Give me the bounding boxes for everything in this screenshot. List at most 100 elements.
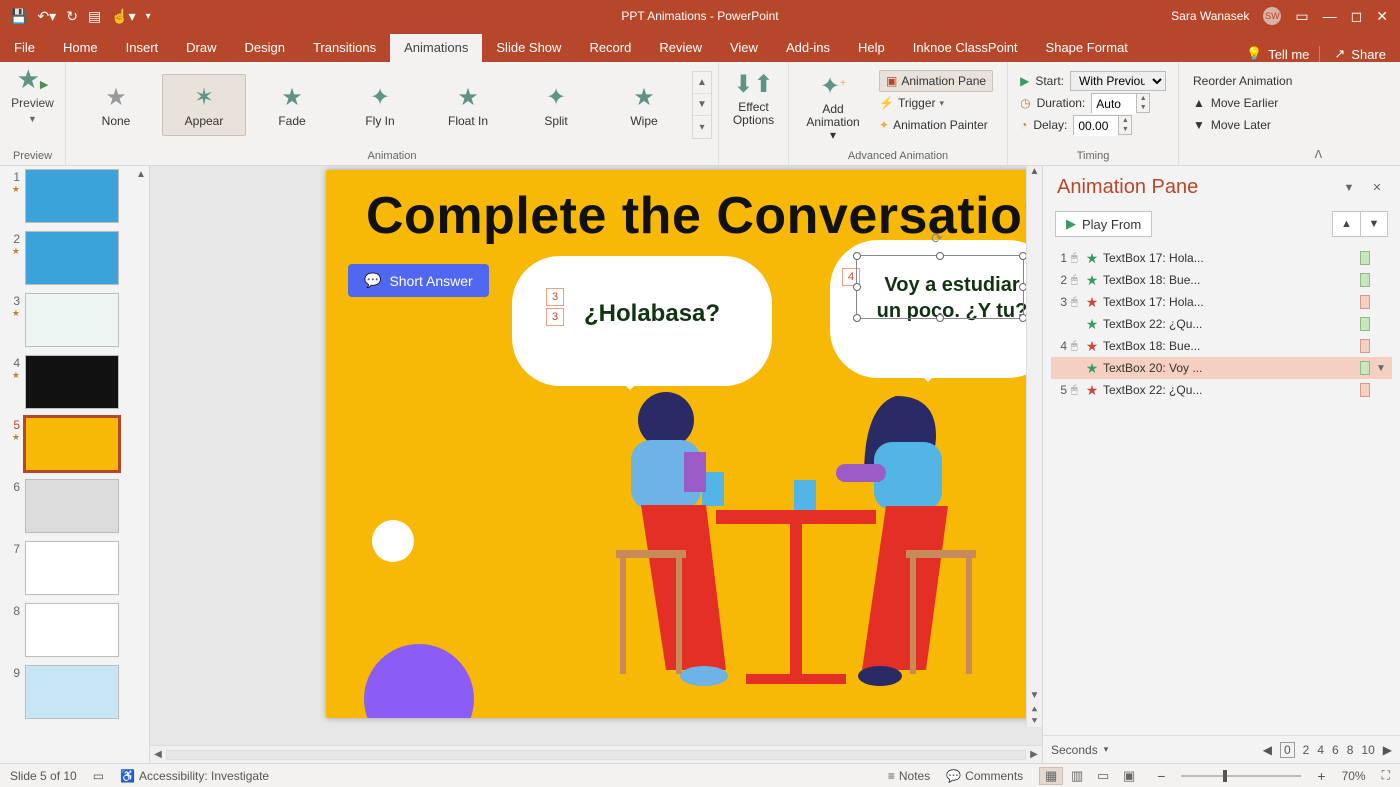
tab-animations[interactable]: Animations [390,34,482,62]
duration-field[interactable]: ▲▼ [1091,93,1150,113]
tell-me-search[interactable]: 💡 Tell me [1246,46,1319,62]
seconds-label[interactable]: Seconds [1051,743,1098,757]
prev-slide-icon[interactable]: ⯅ [1031,705,1039,716]
slideshow-view-icon[interactable]: ▣ [1117,767,1141,785]
short-answer-button[interactable]: 💬 Short Answer [348,264,489,297]
tab-addins[interactable]: Add-ins [772,34,844,62]
tab-review[interactable]: Review [645,34,716,62]
thumb-3[interactable]: 3★ [4,294,145,346]
thumb-9[interactable]: 9 [4,666,145,718]
tab-help[interactable]: Help [844,34,899,62]
next-slide-icon[interactable]: ⯆ [1031,716,1039,727]
tab-record[interactable]: Record [575,34,645,62]
anim-item-0[interactable]: 1🖱★TextBox 17: Hola... [1051,247,1392,269]
hscroll-right-icon[interactable]: ▶ [1026,749,1042,760]
notes-button[interactable]: ≡Notes [888,769,930,783]
tab-insert[interactable]: Insert [112,34,173,62]
thumb-8[interactable]: 8 [4,604,145,656]
anim-item-5[interactable]: ★TextBox 20: Voy ...▼ [1051,357,1392,379]
sorter-view-icon[interactable]: ▥ [1065,767,1089,785]
tab-transitions[interactable]: Transitions [299,34,390,62]
anim-wipe[interactable]: ★Wipe [602,74,686,136]
canvas-horizontal-scrollbar[interactable]: ◀ ▶ [150,745,1042,763]
fit-to-window-icon[interactable]: ⛶ [1382,768,1390,783]
touch-mode-icon[interactable]: ☝▾ [111,8,135,25]
hscroll-left-icon[interactable]: ◀ [150,749,166,760]
comments-button[interactable]: 💬Comments [946,769,1023,783]
anim-item-2[interactable]: 3🖱★TextBox 17: Hola... [1051,291,1392,313]
add-animation-button[interactable]: ✦+ AddAnimation ▾ [795,66,871,144]
qat-more-icon[interactable]: ▾ [146,11,151,22]
close-icon[interactable]: ✕ [1376,8,1388,25]
thumb-2[interactable]: 2★ [4,232,145,284]
selection-box[interactable]: ⟳ [856,255,1024,319]
tab-draw[interactable]: Draw [172,34,230,62]
slide-counter[interactable]: Slide 5 of 10 [10,769,77,783]
redo-icon[interactable]: ↻ [66,8,78,25]
rotate-handle-icon[interactable]: ⟳ [931,230,949,248]
notes-pane-icon[interactable]: ▭ [93,769,104,783]
pane-close-icon[interactable]: ✕ [1368,179,1386,197]
zoom-out-icon[interactable]: − [1157,768,1165,784]
animation-painter-button[interactable]: ✦ Animation Painter [879,114,993,136]
pane-options-icon[interactable]: ▼ [1340,179,1358,197]
anim-item-6[interactable]: 5🖱★TextBox 22: ¿Qu... [1051,379,1392,401]
present-icon[interactable]: ▤ [88,8,101,25]
ribbon-display-icon[interactable]: ▭ [1295,8,1308,25]
preview-button[interactable]: ★▶ Preview ▼ [5,66,61,124]
undo-icon[interactable]: ↶▾ [37,8,56,25]
vscroll-down-icon[interactable]: ▼ [1030,690,1040,701]
canvas-vertical-scrollbar[interactable]: ▲ ▼ ⯅ ⯆ [1026,166,1042,727]
zoom-slider[interactable] [1181,775,1301,777]
share-button[interactable]: ↗ Share [1319,46,1400,62]
anim-move-up-icon[interactable]: ▲ [1332,211,1360,237]
effect-options-button[interactable]: ⬇⬆ Effect Options [725,66,782,127]
anim-split[interactable]: ✦Split [514,74,598,136]
anim-item-1[interactable]: 2🖱★TextBox 18: Bue... [1051,269,1392,291]
tab-view[interactable]: View [716,34,772,62]
thumb-7[interactable]: 7 [4,542,145,594]
anim-flyin[interactable]: ✦Fly In [338,74,422,136]
anim-tag-3b[interactable]: 3 [546,308,564,326]
tab-classpoint[interactable]: Inknoe ClassPoint [899,34,1032,62]
vscroll-up-icon[interactable]: ▲ [1030,166,1040,177]
normal-view-icon[interactable]: ▦ [1039,767,1063,785]
thumb-6[interactable]: 6 [4,480,145,532]
move-later-button[interactable]: ▼Move Later [1193,114,1292,136]
anim-none[interactable]: ★None [74,74,158,136]
gallery-more-icon[interactable]: ▾ [693,116,711,138]
tick-next-icon[interactable]: ▶ [1383,743,1392,757]
anim-tag-3a[interactable]: 3 [546,288,564,306]
start-select[interactable]: With Previous [1070,71,1166,91]
thumb-5[interactable]: 5★ [4,418,145,470]
anim-floatin[interactable]: ★Float In [426,74,510,136]
gallery-up-icon[interactable]: ▲ [693,72,711,94]
animation-pane-button[interactable]: ▣ Animation Pane [879,70,993,92]
user-name[interactable]: Sara Wanasek [1171,9,1249,23]
play-from-button[interactable]: ▶ Play From [1055,211,1152,237]
delay-field[interactable]: ▲▼ [1073,115,1132,135]
collapse-ribbon-icon[interactable]: ᐱ [1306,62,1330,165]
slide-5[interactable]: Complete the Conversation 💬 Short Answer… [326,170,1042,718]
tab-file[interactable]: File [0,34,49,62]
anim-fade[interactable]: ★Fade [250,74,334,136]
tab-design[interactable]: Design [231,34,299,62]
anim-appear[interactable]: ✶Appear [162,74,246,136]
move-earlier-button[interactable]: ▲Move Earlier [1193,92,1292,114]
minimize-icon[interactable]: — [1323,8,1337,24]
user-avatar[interactable]: SW [1263,7,1281,25]
accessibility-status[interactable]: ♿ Accessibility: Investigate [120,769,269,783]
tab-home[interactable]: Home [49,34,112,62]
trigger-button[interactable]: ⚡ Trigger ▾ [879,92,993,114]
gallery-down-icon[interactable]: ▼ [693,94,711,116]
thumb-1[interactable]: 1★ [4,170,145,222]
zoom-level[interactable]: 70% [1342,769,1366,783]
reading-view-icon[interactable]: ▭ [1091,767,1115,785]
tab-shapeformat[interactable]: Shape Format [1032,34,1142,62]
thumbs-scroll-up-icon[interactable]: ▲ [133,166,149,182]
tab-slideshow[interactable]: Slide Show [482,34,575,62]
anim-item-3[interactable]: ★TextBox 22: ¿Qu... [1051,313,1392,335]
anim-item-4[interactable]: 4🖱★TextBox 18: Bue... [1051,335,1392,357]
save-icon[interactable]: 💾 [10,8,27,25]
zoom-in-icon[interactable]: + [1317,768,1325,784]
